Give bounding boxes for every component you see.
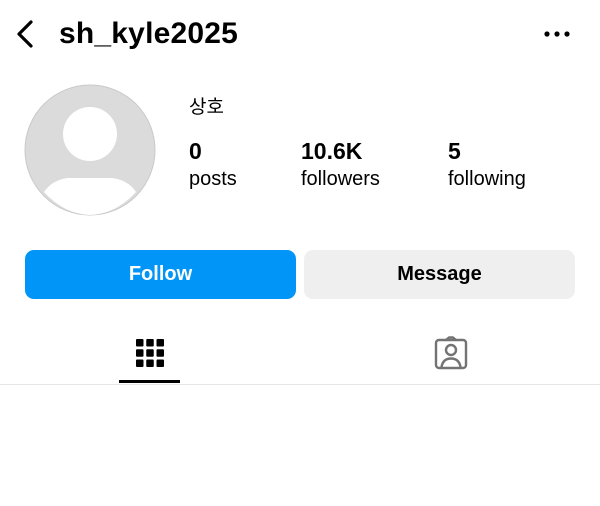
back-button[interactable] <box>10 14 40 54</box>
follow-button[interactable]: Follow <box>25 250 296 299</box>
following-count[interactable]: 5 following <box>448 136 526 192</box>
profile-page: sh_kyle2025 상호 0 posts 10.6K followers 5… <box>0 0 600 506</box>
profile-header: sh_kyle2025 <box>0 0 600 70</box>
default-avatar-icon <box>24 84 156 216</box>
more-options-button[interactable] <box>540 20 574 48</box>
message-button[interactable]: Message <box>304 250 575 299</box>
following-count-value: 5 <box>448 138 461 164</box>
tab-posts-grid[interactable] <box>119 322 180 384</box>
display-name: 상호 <box>189 96 224 118</box>
profile-username: sh_kyle2025 <box>59 17 239 50</box>
posts-count: 0 posts <box>189 136 237 192</box>
posts-count-label: posts <box>189 168 237 190</box>
tagged-person-icon <box>434 336 467 370</box>
followers-count[interactable]: 10.6K followers <box>301 136 380 192</box>
tab-tagged[interactable] <box>420 322 481 384</box>
followers-count-label: followers <box>301 168 380 190</box>
tabs-divider <box>0 384 600 385</box>
avatar[interactable] <box>24 84 156 216</box>
chevron-left-icon <box>17 20 33 48</box>
posts-count-value: 0 <box>189 138 202 164</box>
active-tab-indicator <box>119 380 180 383</box>
more-horizontal-icon <box>544 31 570 37</box>
followers-count-value: 10.6K <box>301 138 363 164</box>
grid-icon <box>135 339 164 367</box>
following-count-label: following <box>448 168 526 190</box>
